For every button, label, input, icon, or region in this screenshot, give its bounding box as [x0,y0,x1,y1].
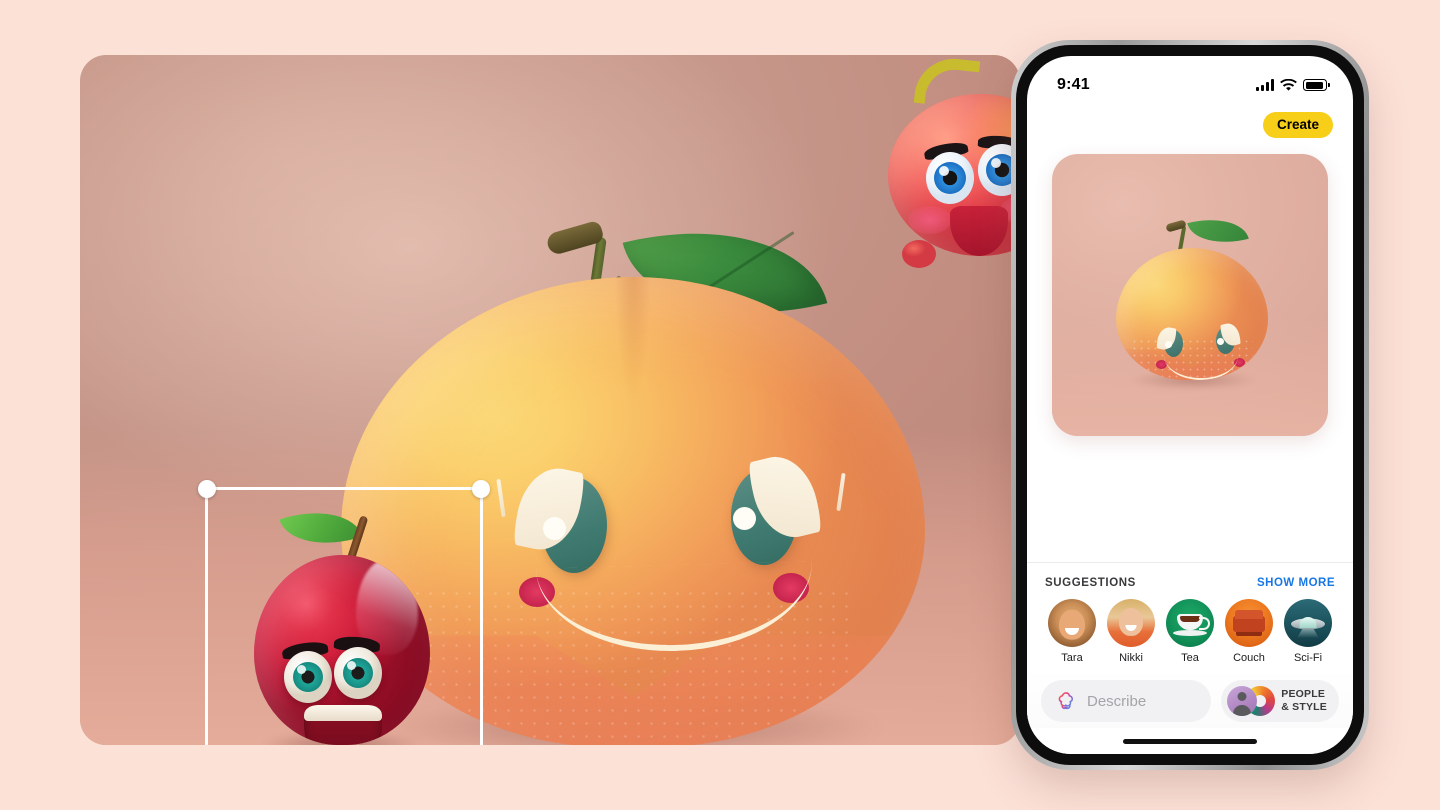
bottom-toolbar: Describe PEOPLE & STYLE [1027,668,1353,728]
person-photo-icon [1048,599,1096,647]
sticker-eye-left [926,152,974,204]
peach-cleft [607,277,659,465]
preview-peach-leaf [1187,209,1249,253]
suggestions-row: Tara Nikki Tea Couch Sci-Fi [1043,599,1337,664]
peach-eyelid-left [510,461,588,557]
peach-eye-right [731,448,825,565]
peach-lash-right [836,472,846,512]
people-style-line2: & STYLE [1281,701,1327,713]
couch-icon [1225,599,1273,647]
suggestion-label: Tea [1181,652,1199,664]
suggestion-item-couch[interactable]: Couch [1222,599,1276,664]
suggestions-header: SUGGESTIONS SHOW MORE [1043,577,1337,589]
screenshot-stage: 9:41 Create SUGGESTIONS SHOW MORE Tara N… [0,0,1440,810]
suggestions-section: SUGGESTIONS SHOW MORE Tara Nikki Tea Cou… [1027,563,1353,668]
sticker-iris-left [934,162,966,194]
create-button[interactable]: Create [1262,112,1333,138]
selection-frame[interactable] [198,480,490,745]
iphone-device: 9:41 Create SUGGESTIONS SHOW MORE Tara N… [1011,40,1369,770]
battery-icon [1303,79,1330,91]
preview-eye-left [1155,325,1183,357]
navigation-bar: Create [1027,102,1353,148]
image-canvas[interactable] [80,55,1020,745]
home-indicator-area [1027,728,1353,754]
status-bar: 9:41 [1027,56,1353,102]
sticker-cheek-left [908,206,952,234]
phone-screen: 9:41 Create SUGGESTIONS SHOW MORE Tara N… [1027,56,1353,754]
person-photo-icon [1107,599,1155,647]
people-style-label: PEOPLE & STYLE [1281,688,1327,714]
teacup-icon [1166,599,1214,647]
cellular-bars-icon [1256,79,1274,91]
preview-peach-character [1108,206,1276,398]
suggestion-item-sci-fi[interactable]: Sci-Fi [1281,599,1335,664]
peach-eye-glint-left [543,517,566,540]
describe-placeholder: Describe [1087,692,1147,710]
suggestion-item-tea[interactable]: Tea [1163,599,1217,664]
suggestions-title: SUGGESTIONS [1045,577,1136,589]
peach-eyelid-right [745,448,825,546]
home-indicator[interactable] [1123,738,1257,744]
generated-image-preview[interactable] [1052,154,1328,436]
people-and-style-button[interactable]: PEOPLE & STYLE [1221,680,1339,722]
suggestion-item-tara[interactable]: Tara [1045,599,1099,664]
preview-area [1027,148,1353,562]
image-playground-icon [1058,692,1074,710]
preview-eye-right [1216,321,1242,354]
people-style-avatars [1227,686,1276,716]
selection-handle-top-left[interactable] [198,480,216,498]
status-icons [1256,78,1330,92]
peach-eye-left [510,461,607,573]
selection-handle-top-right[interactable] [472,480,490,498]
preview-peach-body [1116,248,1268,380]
suggestion-label: Nikki [1119,652,1143,664]
sticker-mouth [950,206,1008,256]
show-more-link[interactable]: SHOW MORE [1257,577,1335,589]
ufo-icon [1284,599,1332,647]
phone-bezel: 9:41 Create SUGGESTIONS SHOW MORE Tara N… [1016,45,1364,765]
preview-glint-right [1217,338,1224,345]
suggestion-item-nikki[interactable]: Nikki [1104,599,1158,664]
wifi-icon [1280,78,1297,91]
suggestion-label: Sci-Fi [1293,652,1323,664]
describe-input[interactable]: Describe [1041,680,1212,722]
peach-lash-left [496,478,506,518]
sticker-foot-left [902,240,936,268]
people-style-line1: PEOPLE [1281,688,1326,701]
peach-eye-glint-right [733,507,756,530]
suggestion-label: Tara [1061,652,1083,664]
status-time: 9:41 [1057,76,1090,93]
suggestion-label: Couch [1233,652,1265,664]
preview-glint-left [1165,341,1172,348]
